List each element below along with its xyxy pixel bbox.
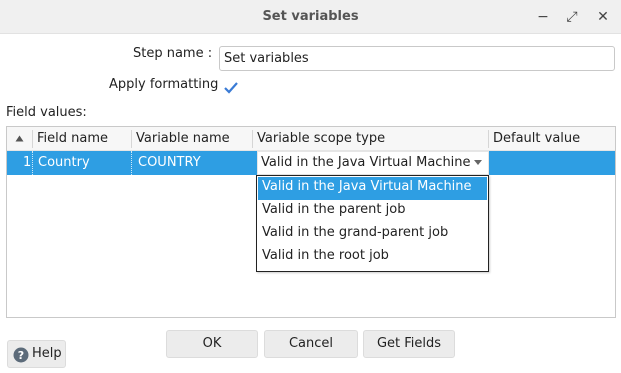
row-number-cell: 1 bbox=[7, 151, 32, 175]
cell-border bbox=[32, 151, 33, 175]
column-default-value[interactable]: Default value bbox=[493, 131, 580, 146]
svg-text:?: ? bbox=[18, 349, 24, 362]
scope-dropdown-list[interactable]: Valid in the Java Virtual Machine Valid … bbox=[256, 175, 489, 272]
variable-name-cell[interactable]: COUNTRY bbox=[138, 155, 201, 170]
close-icon[interactable]: ✕ bbox=[593, 7, 613, 27]
field-name-cell[interactable]: Country bbox=[38, 155, 90, 170]
column-divider bbox=[252, 130, 253, 148]
maximize-icon[interactable]: ⤢ bbox=[562, 7, 582, 27]
chevron-down-icon[interactable] bbox=[474, 160, 482, 165]
column-variable-scope-type[interactable]: Variable scope type bbox=[257, 131, 385, 146]
column-divider bbox=[32, 130, 33, 148]
sort-up-icon[interactable] bbox=[15, 132, 24, 147]
title-bar: Set variables − ⤢ ✕ bbox=[0, 0, 621, 34]
scope-combo-value: Valid in the Java Virtual Machine bbox=[261, 155, 471, 170]
column-divider bbox=[131, 130, 132, 148]
dropdown-option[interactable]: Valid in the grand-parent job bbox=[258, 223, 487, 246]
check-icon bbox=[224, 82, 238, 94]
column-variable-name[interactable]: Variable name bbox=[136, 131, 230, 146]
cell-border bbox=[131, 151, 132, 175]
step-name-input[interactable]: Set variables bbox=[219, 46, 615, 71]
apply-formatting-checkbox[interactable] bbox=[223, 80, 239, 96]
column-field-name[interactable]: Field name bbox=[37, 131, 108, 146]
help-button[interactable]: ? Help bbox=[7, 340, 66, 368]
help-icon: ? bbox=[13, 347, 29, 363]
get-fields-button[interactable]: Get Fields bbox=[363, 330, 455, 358]
help-label: Help bbox=[32, 346, 62, 361]
table-header: Field name Variable name Variable scope … bbox=[7, 127, 615, 151]
dropdown-option[interactable]: Valid in the parent job bbox=[258, 200, 487, 223]
dropdown-option[interactable]: Valid in the root job bbox=[258, 246, 487, 269]
scope-combo[interactable]: Valid in the Java Virtual Machine bbox=[257, 151, 489, 175]
window-title: Set variables bbox=[262, 9, 359, 24]
cancel-button[interactable]: Cancel bbox=[264, 330, 358, 358]
apply-formatting-label: Apply formatting bbox=[109, 77, 219, 92]
ok-button[interactable]: OK bbox=[166, 330, 258, 358]
table-row[interactable]: 1 Country COUNTRY Valid in the Java Virt… bbox=[7, 151, 615, 175]
field-values-label: Field values: bbox=[6, 105, 87, 120]
column-divider bbox=[488, 130, 489, 148]
step-name-label: Step name : bbox=[133, 46, 213, 61]
row-number: 1 bbox=[23, 155, 32, 170]
dropdown-option[interactable]: Valid in the Java Virtual Machine bbox=[258, 177, 487, 200]
minimize-icon[interactable]: − bbox=[533, 7, 553, 27]
